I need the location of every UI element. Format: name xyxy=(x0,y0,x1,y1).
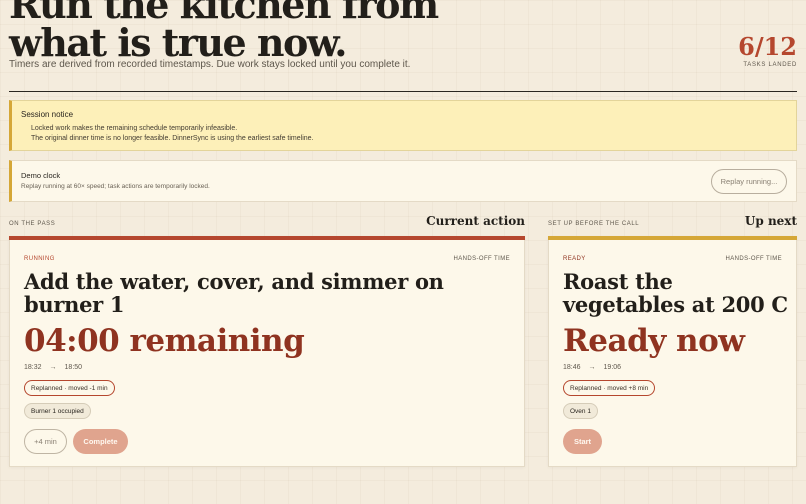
demo-clock-subtitle: Replay running at 60× speed; task action… xyxy=(21,183,210,190)
start-time: 18:46 xyxy=(563,364,581,371)
page-title-line-2: what is true now. xyxy=(9,20,348,65)
status-badge: READY xyxy=(563,256,586,262)
current-action-heading: Current action xyxy=(426,214,525,228)
arrow-right-icon: → xyxy=(588,364,596,371)
page-subtitle: Timers are derived from recorded timesta… xyxy=(9,59,411,70)
progress-value: 6/12 xyxy=(738,32,797,61)
task-title: Add the water, cover, and simmer on burn… xyxy=(24,269,444,317)
demo-clock-title: Demo clock xyxy=(21,171,61,180)
resource-chip: Burner 1 occupied xyxy=(24,403,91,419)
progress-tally: 6/12 TASKS LANDED xyxy=(738,32,797,69)
replanned-chip: Replanned · moved +8 min xyxy=(563,380,656,396)
up-next-header: SET UP BEFORE THE CALL Up next xyxy=(548,214,797,228)
time-window: 18:46 → 19:06 xyxy=(563,364,621,371)
session-notice: Session notice Locked work makes the rem… xyxy=(9,100,797,151)
complete-button[interactable]: Complete xyxy=(73,429,128,454)
up-next-card: READY HANDS-OFF TIME Roast the vegetable… xyxy=(548,236,797,467)
current-action-card: RUNNING HANDS-OFF TIME Add the water, co… xyxy=(9,236,525,467)
current-action-header: ON THE PASS Current action xyxy=(9,214,525,228)
task-title: Roast the vegetables at 200 C xyxy=(563,269,788,317)
session-notice-line: Locked work makes the remaining schedule… xyxy=(31,125,238,132)
arrow-right-icon: → xyxy=(49,364,57,371)
status-accent-bar xyxy=(548,236,797,240)
resource-chip: Oven 1 xyxy=(563,403,598,419)
progress-label: TASKS LANDED xyxy=(743,62,797,68)
status-accent-bar xyxy=(9,236,525,240)
time-window: 18:32 → 18:50 xyxy=(24,364,82,371)
mode-label: HANDS-OFF TIME xyxy=(725,256,782,262)
end-time: 18:50 xyxy=(64,364,83,371)
end-time: 19:06 xyxy=(603,364,622,371)
page-title: Run the kitchen from what is true now. xyxy=(9,0,439,65)
up-next-heading: Up next xyxy=(744,214,797,228)
demo-clock-panel: Demo clock Replay running at 60× speed; … xyxy=(9,160,797,202)
header-divider xyxy=(9,91,797,92)
replay-running-button[interactable]: Replay running... xyxy=(711,169,787,194)
up-next-kicker: SET UP BEFORE THE CALL xyxy=(548,221,640,227)
mode-label: HANDS-OFF TIME xyxy=(453,256,510,262)
countdown-timer: 04:00 remaining xyxy=(24,323,305,359)
current-action-kicker: ON THE PASS xyxy=(9,221,56,227)
start-time: 18:32 xyxy=(24,364,42,371)
session-notice-line: The original dinner time is no longer fe… xyxy=(31,135,314,142)
session-notice-title: Session notice xyxy=(21,110,74,119)
status-badge: RUNNING xyxy=(24,256,55,262)
add-time-button[interactable]: +4 min xyxy=(24,429,67,454)
replanned-chip: Replanned · moved -1 min xyxy=(24,380,115,396)
ready-indicator: Ready now xyxy=(563,323,745,359)
start-button[interactable]: Start xyxy=(563,429,602,454)
